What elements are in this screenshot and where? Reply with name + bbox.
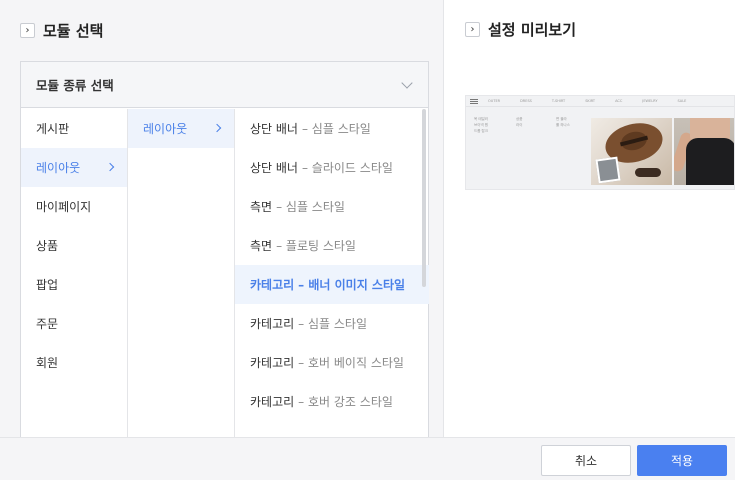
category-item-member[interactable]: 회원: [21, 343, 127, 382]
chevron-right-icon[interactable]: ›: [465, 22, 480, 37]
module-item[interactable]: 상단 배너 – 슬라이드 스타일: [235, 148, 429, 187]
module-item[interactable]: 상단 배너 – 심플 스타일: [235, 109, 429, 148]
subcategory-item-layout[interactable]: 레이아웃: [128, 109, 234, 148]
dialog-footer: 취소 적용: [0, 437, 735, 480]
module-select-pane: › 모듈 선택 모듈 종류 선택 게시판 레이아웃 마이페이지 상품 팝업 주문…: [0, 0, 444, 437]
preview-nav-item: JEWELRY: [642, 99, 658, 103]
module-item[interactable]: 카테고리 – 호버 강조 스타일: [235, 382, 429, 421]
category-item-order[interactable]: 주문: [21, 304, 127, 343]
preview-pane: › 설정 미리보기 OUTER DRESS T-SHIRT SKIRT ACC …: [445, 0, 735, 437]
preview-nav-item: DRESS: [520, 99, 532, 103]
preview-nav-item: ACC: [615, 99, 623, 103]
preview-nav-item: OUTER: [488, 99, 501, 103]
preview-column-b: 상품 라이: [516, 117, 523, 127]
module-list: 상단 배너 – 심플 스타일 상단 배너 – 슬라이드 스타일 측면 – 심플 스타일…: [235, 109, 429, 437]
module-list-scrollbar[interactable]: [422, 109, 426, 287]
module-type-header-label: 모듈 종류 선택: [36, 78, 114, 93]
layout-preview: OUTER DRESS T-SHIRT SKIRT ACC JEWELRY SA…: [465, 95, 735, 190]
module-type-header[interactable]: 모듈 종류 선택: [21, 62, 428, 108]
module-item-selected[interactable]: 카테고리 – 배너 이미지 스타일: [235, 265, 429, 304]
module-type-selector: 모듈 종류 선택 게시판 레이아웃 마이페이지 상품 팝업 주문 회원 레이아웃…: [20, 61, 429, 437]
category-item-mypage[interactable]: 마이페이지: [21, 187, 127, 226]
preview-nav-item: SKIRT: [585, 99, 596, 103]
module-item[interactable]: 카테고리 – 호버 베이직 스타일: [235, 343, 429, 382]
category-item-popup[interactable]: 팝업: [21, 265, 127, 304]
preview-banner-image-hat: [591, 118, 672, 185]
cancel-button[interactable]: 취소: [541, 445, 631, 476]
module-item[interactable]: 측면 – 플로팅 스타일: [235, 226, 429, 265]
module-item[interactable]: 카테고리 – 심플 스타일: [235, 304, 429, 343]
module-select-title: 모듈 선택: [43, 22, 104, 40]
chevron-down-icon[interactable]: [402, 80, 412, 90]
category-item-layout[interactable]: 레이아웃: [21, 148, 127, 187]
preview-heading: › 설정 미리보기: [465, 19, 576, 40]
preview-column-c: 면 블라 롤 하나스: [556, 117, 570, 127]
preview-title: 설정 미리보기: [488, 21, 577, 39]
preview-nav-item: T-SHIRT: [551, 99, 566, 103]
menu-icon: [470, 98, 478, 104]
subcategory-list: 레이아웃: [128, 109, 235, 437]
preview-banner-image-model: [674, 118, 734, 185]
preview-nav-bar: OUTER DRESS T-SHIRT SKIRT ACC JEWELRY SA…: [466, 96, 734, 107]
module-select-heading: › 모듈 선택: [20, 20, 103, 41]
preview-nav-item: SALE: [677, 99, 687, 103]
chevron-right-icon: [105, 162, 115, 172]
category-item-board[interactable]: 게시판: [21, 109, 127, 148]
chevron-right-icon[interactable]: ›: [20, 23, 35, 38]
chevron-right-icon: [212, 123, 222, 133]
module-item[interactable]: 측면 – 심플 스타일: [235, 187, 429, 226]
apply-button[interactable]: 적용: [637, 445, 727, 476]
category-list: 게시판 레이아웃 마이페이지 상품 팝업 주문 회원: [21, 109, 128, 437]
preview-column-a: 목 테일러 브이넥 원 드롭 탑크: [474, 117, 488, 133]
category-item-product[interactable]: 상품: [21, 226, 127, 265]
